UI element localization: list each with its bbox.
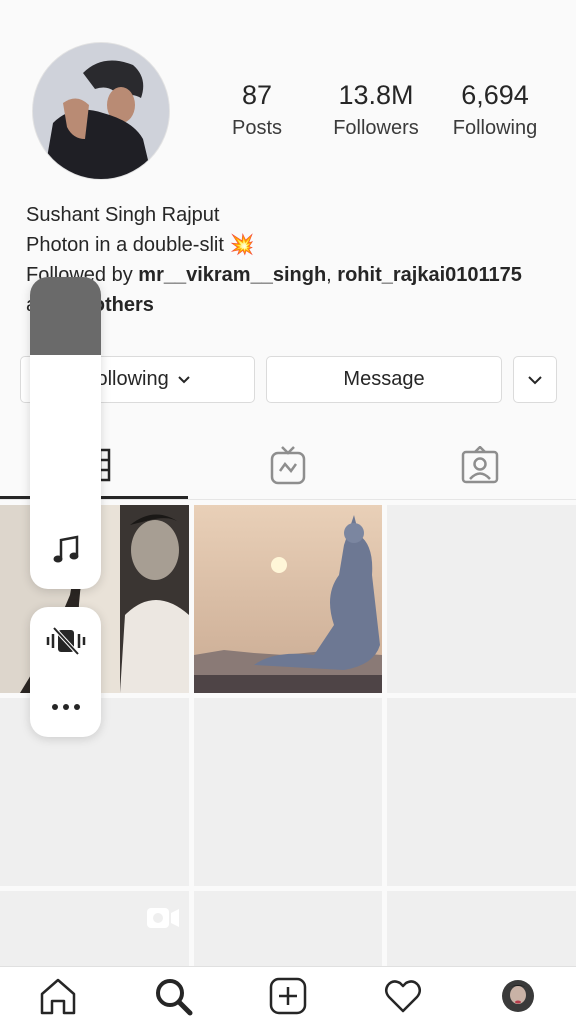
post-thumbnail-6[interactable] [387,698,576,886]
followed-by-user2[interactable]: rohit_rajkai0101175 [337,264,522,286]
post-image [194,505,382,693]
vibrate-off-icon [46,626,85,656]
bio-text: Photon in a double-slit [26,234,224,256]
profile-name: Sushant Singh Rajput [26,204,220,226]
more-icon [51,704,80,710]
nav-activity[interactable] [345,967,460,1024]
profile-bio: Sushant Singh Rajput Photon in a double-… [26,200,556,320]
following-count-label: Following [452,117,538,139]
nav-new-post[interactable] [230,967,345,1024]
post-thumbnail-9[interactable] [387,891,576,966]
post-thumbnail-8[interactable] [194,891,382,966]
bio-line: Photon in a double-slit 💥 [26,230,556,260]
followed-by-line[interactable]: Followed by mr__vikram__singh, rohit_raj… [26,260,556,290]
followed-by-separator: , [326,264,338,286]
new-post-icon [269,977,306,1015]
post-thumbnail-3[interactable] [387,505,576,693]
volume-slider[interactable] [30,277,101,589]
following-count-value: 6,694 [461,80,529,110]
followers-count[interactable]: 13.8M Followers [322,80,430,140]
post-thumbnail-7[interactable] [0,891,189,966]
followed-by-others-line[interactable]: and 26 others [26,290,556,320]
post-thumbnail-2[interactable] [194,505,382,693]
music-note-icon [53,535,79,563]
vibrate-toggle[interactable] [42,621,89,661]
posts-count-label: Posts [231,117,283,139]
following-count[interactable]: 6,694 Following [442,80,548,140]
nav-search[interactable] [115,967,230,1024]
post-thumbnail-5[interactable] [194,698,382,886]
followed-by-user1[interactable]: mr__vikram__singh [138,264,326,286]
chevron-down-icon [178,375,190,383]
posts-count-value: 87 [241,80,273,110]
home-icon [40,978,75,1015]
posts-count: 87 Posts [212,80,302,140]
chevron-down-icon [528,375,542,384]
nav-home[interactable] [0,967,115,1024]
tab-tagged[interactable] [384,430,576,500]
message-button[interactable]: Message [266,356,502,403]
volume-level-fill [30,277,101,355]
profile-avatar[interactable] [32,42,170,180]
message-button-label: Message [343,368,425,390]
profile-photo [33,43,169,179]
followers-count-value: 13.8M [338,80,414,110]
volume-controls [30,607,101,737]
igtv-icon [270,446,306,485]
bio-emoji: 💥 [229,234,255,256]
suggested-accounts-button[interactable] [513,356,557,403]
more-options-button[interactable] [42,687,89,727]
search-icon [155,979,192,1016]
bottom-navigation [0,966,576,1024]
tab-igtv[interactable] [192,430,384,500]
tagged-icon [461,446,499,484]
profile-avatar-icon [501,980,534,1012]
followers-count-label: Followers [333,117,419,139]
activity-heart-icon [384,980,421,1013]
nav-profile[interactable] [460,967,575,1024]
video-icon [147,908,179,928]
